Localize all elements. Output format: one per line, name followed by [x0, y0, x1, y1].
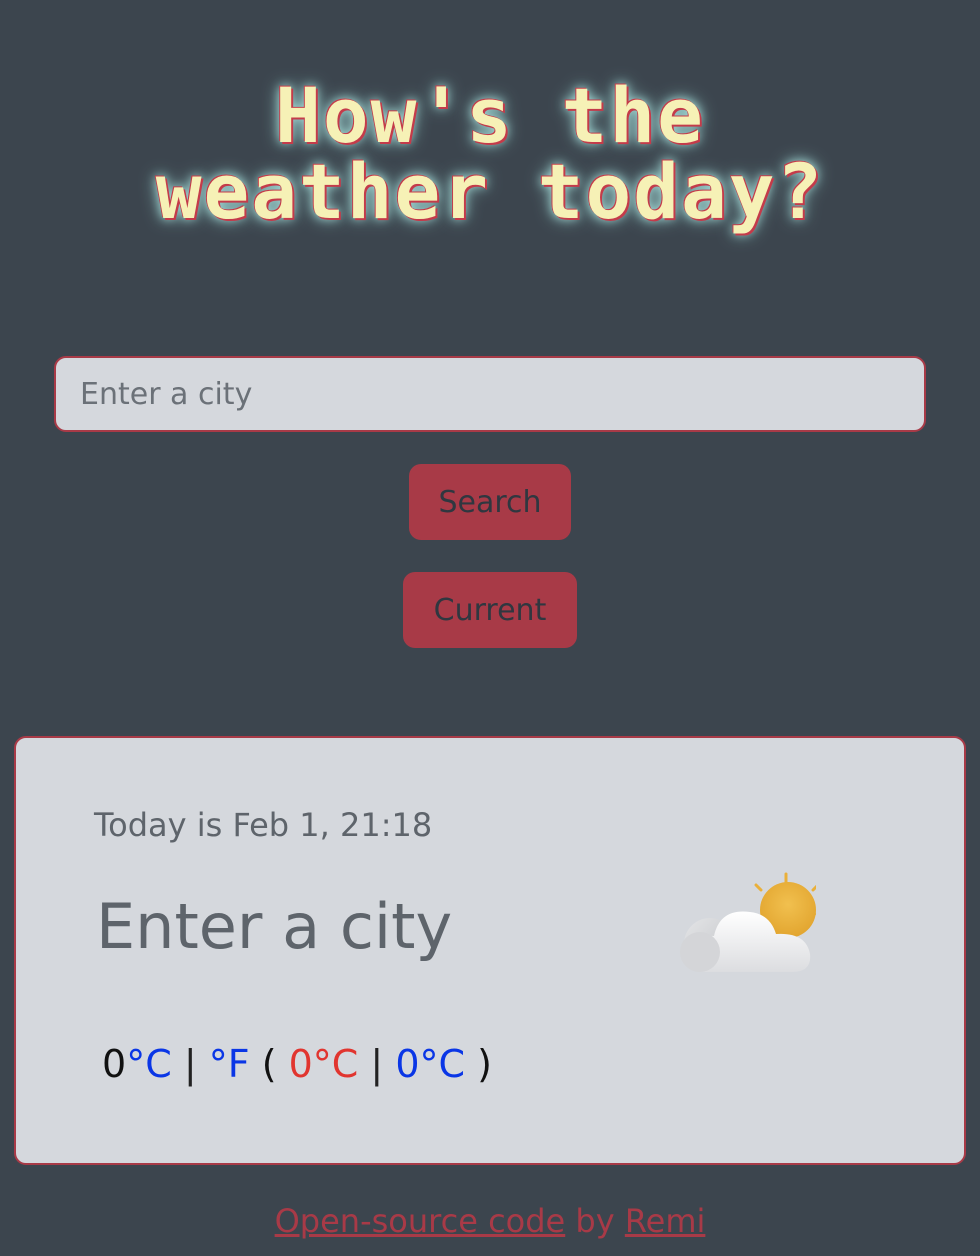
page-title: How's the weather today?: [0, 78, 980, 230]
source-code-link[interactable]: Open-source code: [275, 1202, 566, 1240]
weather-card: Today is Feb 1, 21:18 Enter a city 0°C |…: [14, 736, 966, 1165]
temperature-value: 0: [102, 1042, 127, 1086]
title-line-2: weather today?: [155, 147, 825, 236]
search-button[interactable]: Search: [409, 464, 571, 540]
unit-separator: |: [183, 1042, 197, 1086]
celsius-link[interactable]: °C: [126, 1042, 172, 1086]
paren-close: ): [477, 1042, 492, 1086]
footer: Open-source code by Remi: [0, 1202, 980, 1240]
current-location-button[interactable]: Current: [403, 572, 577, 648]
max-temperature: 0°C: [288, 1042, 359, 1086]
min-temperature: 0°C: [395, 1042, 466, 1086]
partly-cloudy-icon: [680, 872, 816, 972]
city-search-input[interactable]: [54, 356, 926, 432]
current-date: Today is Feb 1, 21:18: [94, 806, 433, 844]
temperature-row: 0°C | °F ( 0°C | 0°C ): [102, 1042, 492, 1086]
title-line-1: How's the: [275, 71, 705, 160]
fahrenheit-link[interactable]: °F: [209, 1042, 250, 1086]
paren-open: (: [261, 1042, 277, 1086]
footer-by-text: by: [575, 1202, 615, 1240]
author-link[interactable]: Remi: [625, 1202, 706, 1240]
page: How's the weather today? Search Current …: [0, 0, 980, 1256]
city-name: Enter a city: [96, 890, 453, 963]
range-separator: |: [370, 1042, 384, 1086]
